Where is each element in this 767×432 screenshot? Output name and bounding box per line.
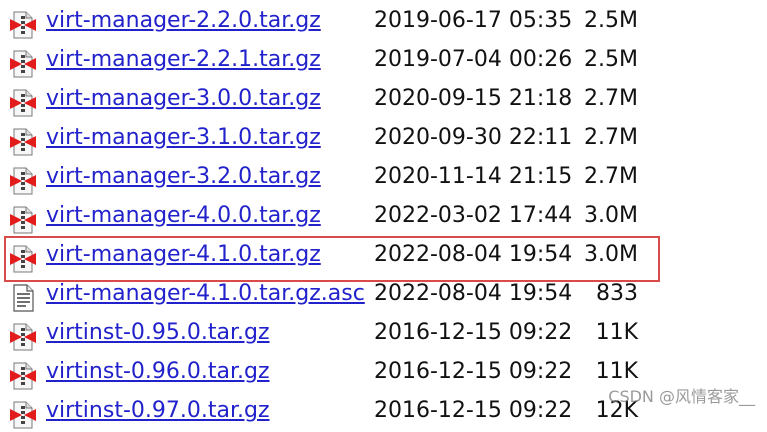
file-row: virt-manager-2.2.1.tar.gz 2019-07-04 00:2…: [0, 43, 767, 81]
file-date: 2019-07-04 00:26: [374, 47, 573, 72]
file-row: virt-manager-4.1.0.tar.gz.asc 2022-08-04 …: [0, 277, 767, 315]
file-date: 2022-08-04 19:54: [374, 281, 573, 306]
compressed-file-icon: [8, 361, 38, 391]
file-size: 12K: [595, 398, 638, 423]
file-link[interactable]: virtinst-0.97.0.tar.gz: [46, 396, 270, 426]
file-link[interactable]: virt-manager-4.1.0.tar.gz.asc: [46, 279, 365, 309]
compressed-file-icon: [8, 244, 38, 274]
file-link[interactable]: virt-manager-2.2.0.tar.gz: [46, 6, 321, 36]
file-row: virt-manager-4.0.0.tar.gz 2022-03-02 17:4…: [0, 199, 767, 237]
compressed-file-icon: [8, 166, 38, 196]
file-size: 833: [596, 281, 638, 306]
compressed-file-icon: [8, 322, 38, 352]
file-date: 2020-09-15 21:18: [374, 86, 573, 111]
file-date: 2020-09-30 22:11: [374, 125, 573, 150]
file-size: 2.7M: [584, 164, 638, 189]
file-date: 2020-11-14 21:15: [374, 164, 573, 189]
compressed-file-icon: [8, 88, 38, 118]
file-size: 2.5M: [584, 47, 638, 72]
file-size: 11K: [595, 359, 638, 384]
file-size: 2.7M: [584, 86, 638, 111]
text-file-icon: [8, 283, 38, 313]
compressed-file-icon: [8, 400, 38, 430]
file-link[interactable]: virt-manager-4.0.0.tar.gz: [46, 201, 321, 231]
file-link[interactable]: virt-manager-3.2.0.tar.gz: [46, 162, 321, 192]
file-row: virtinst-0.95.0.tar.gz 2016-12-15 09:22 11…: [0, 316, 767, 354]
file-size: 2.7M: [584, 125, 638, 150]
file-size: 11K: [595, 320, 638, 345]
compressed-file-icon: [8, 49, 38, 79]
file-link[interactable]: virtinst-0.95.0.tar.gz: [46, 318, 270, 348]
compressed-file-icon: [8, 10, 38, 40]
file-listing: virt-manager-2.2.0.tar.gz 2019-06-17 05:3…: [0, 0, 767, 429]
file-date: 2022-03-02 17:44: [374, 203, 573, 228]
file-row: virt-manager-2.2.0.tar.gz 2019-06-17 05:3…: [0, 4, 767, 42]
file-link[interactable]: virt-manager-4.1.0.tar.gz: [46, 240, 321, 270]
file-date: 2016-12-15 09:22: [374, 398, 573, 423]
compressed-file-icon: [8, 127, 38, 157]
file-row: virtinst-0.97.0.tar.gz 2016-12-15 09:22 12…: [0, 394, 767, 432]
file-date: 2016-12-15 09:22: [374, 359, 573, 384]
file-link[interactable]: virt-manager-3.0.0.tar.gz: [46, 84, 321, 114]
file-row: virt-manager-3.1.0.tar.gz 2020-09-30 22:1…: [0, 121, 767, 159]
file-date: 2016-12-15 09:22: [374, 320, 573, 345]
file-size: 3.0M: [584, 203, 638, 228]
file-size: 3.0M: [584, 242, 638, 267]
compressed-file-icon: [8, 205, 38, 235]
file-row: virt-manager-3.2.0.tar.gz 2020-11-14 21:1…: [0, 160, 767, 198]
file-link[interactable]: virt-manager-3.1.0.tar.gz: [46, 123, 321, 153]
file-date: 2019-06-17 05:35: [374, 8, 573, 33]
file-date: 2022-08-04 19:54: [374, 242, 573, 267]
file-size: 2.5M: [584, 8, 638, 33]
file-row: virtinst-0.96.0.tar.gz 2016-12-15 09:22 11…: [0, 355, 767, 393]
file-row: virt-manager-3.0.0.tar.gz 2020-09-15 21:1…: [0, 82, 767, 120]
file-row: virt-manager-4.1.0.tar.gz 2022-08-04 19:5…: [0, 238, 767, 276]
file-link[interactable]: virtinst-0.96.0.tar.gz: [46, 357, 270, 387]
file-link[interactable]: virt-manager-2.2.1.tar.gz: [46, 45, 321, 75]
